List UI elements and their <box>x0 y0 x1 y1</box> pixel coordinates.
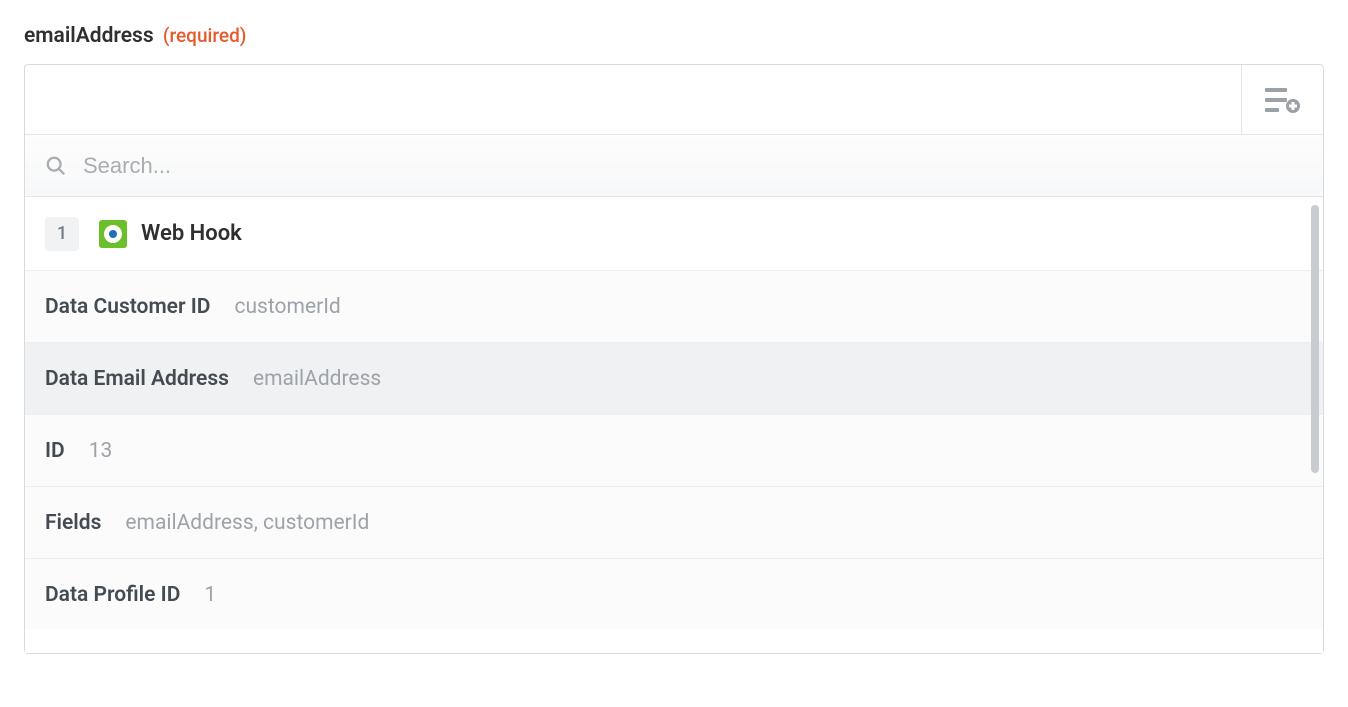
option-label: Data Customer ID <box>45 295 210 319</box>
option-label: ID <box>45 439 65 463</box>
scrollbar-thumb[interactable] <box>1311 205 1319 473</box>
source-name: Web Hook <box>141 221 242 246</box>
option-label: Data Profile ID <box>45 583 180 607</box>
step-number: 1 <box>57 223 67 244</box>
option-value: 1 <box>204 583 216 607</box>
value-input[interactable] <box>25 65 1241 134</box>
option-value: 13 <box>89 439 113 463</box>
source-row[interactable]: 1 Web Hook <box>25 197 1323 271</box>
search-row <box>25 135 1323 197</box>
options-list: 1 Web Hook Data Customer IDcustomerIdDat… <box>25 197 1323 629</box>
option-value: emailAddress <box>253 367 381 391</box>
insert-data-icon <box>1265 86 1301 114</box>
bottom-spacer <box>25 629 1323 653</box>
option-label: Data Email Address <box>45 367 229 391</box>
insert-data-button[interactable] <box>1241 65 1323 134</box>
step-badge: 1 <box>45 217 79 251</box>
field-label: emailAddress (required) <box>24 24 1324 48</box>
search-icon <box>45 155 67 177</box>
field-name: emailAddress <box>24 24 154 48</box>
option-value: emailAddress, customerId <box>125 511 369 535</box>
option-row[interactable]: ID 13 <box>25 415 1323 487</box>
required-tag: (required) <box>163 24 247 47</box>
value-row <box>25 65 1323 135</box>
webhook-app-icon <box>99 220 127 248</box>
option-row[interactable]: Data Email Address emailAddress <box>25 343 1323 415</box>
dropdown-panel: 1 Web Hook Data Customer IDcustomerIdDat… <box>25 135 1323 653</box>
field-container: 1 Web Hook Data Customer IDcustomerIdDat… <box>24 64 1324 654</box>
search-input[interactable] <box>83 153 1303 179</box>
option-row[interactable]: Data Profile ID 1 <box>25 559 1323 629</box>
option-row[interactable]: Data Customer ID customerId <box>25 271 1323 343</box>
option-value: customerId <box>234 295 340 319</box>
option-label: Fields <box>45 511 101 535</box>
option-row[interactable]: Fields emailAddress, customerId <box>25 487 1323 559</box>
